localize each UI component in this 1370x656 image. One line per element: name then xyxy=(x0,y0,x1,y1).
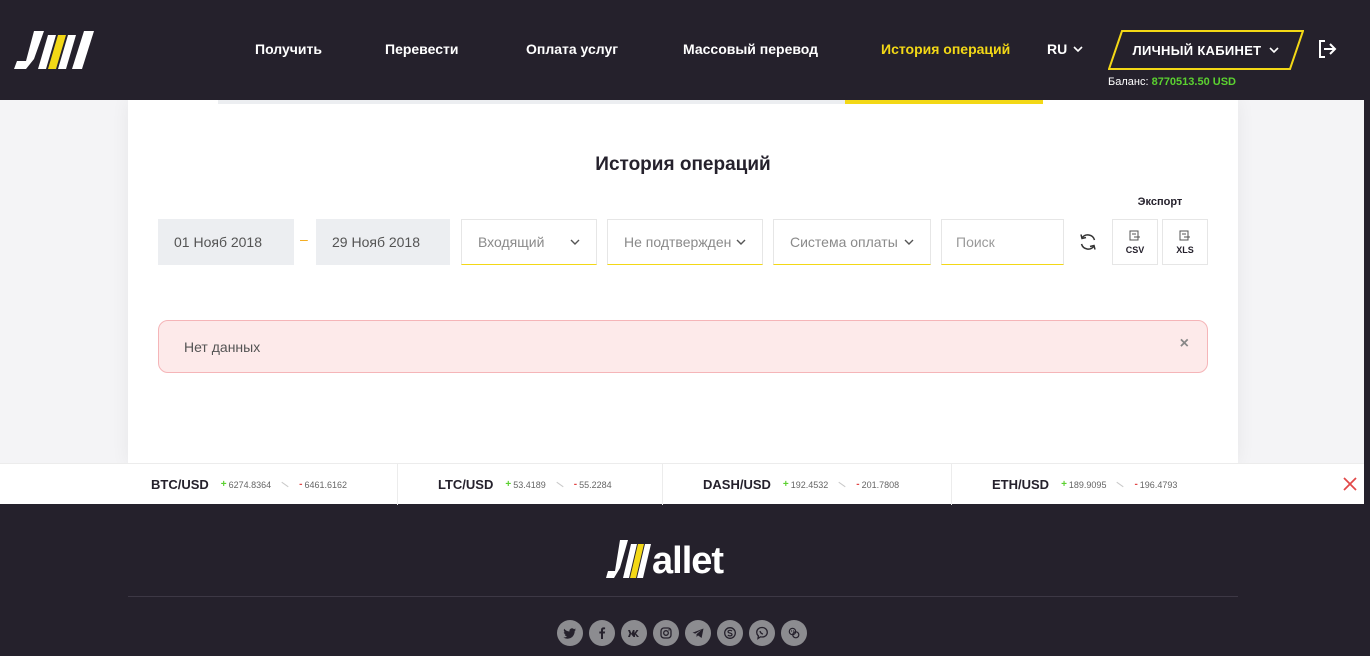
chevron-down-icon xyxy=(570,239,580,245)
file-export-icon xyxy=(1129,230,1140,240)
export-csv-label: CSV xyxy=(1125,244,1145,255)
ticker-divider xyxy=(397,464,398,505)
ticker-pair: DASH/USD xyxy=(703,477,771,492)
vk-icon[interactable] xyxy=(621,620,647,646)
date-to-input[interactable]: 29 Нояб 2018 xyxy=(316,219,450,265)
footer-divider xyxy=(128,596,1238,597)
jw-logo[interactable] xyxy=(14,31,96,69)
footer-logo[interactable]: allet xyxy=(606,540,724,582)
language-selector[interactable]: RU xyxy=(1047,41,1083,57)
social-links xyxy=(557,620,807,646)
twitter-icon[interactable] xyxy=(557,620,583,646)
ticker-divider xyxy=(662,464,663,505)
ticker-separator xyxy=(281,481,289,488)
ticker-divider xyxy=(951,464,952,505)
viber-icon[interactable] xyxy=(749,620,775,646)
ticker-pair: LTC/USD xyxy=(438,477,494,492)
history-card: История операций 01 Нояб 2018 – 29 Нояб … xyxy=(128,100,1238,464)
facebook-icon[interactable] xyxy=(589,620,615,646)
nav-receive[interactable]: Получить xyxy=(255,41,322,57)
status-select-value: Не подтвержден xyxy=(624,234,732,250)
ticker-item: ETH/USD +189.9095 -196.4793 xyxy=(992,464,1177,505)
balance-label: Баланс: xyxy=(1108,76,1149,88)
language-label: RU xyxy=(1047,41,1068,57)
cabinet-label-wrap: ЛИЧНЫЙ КАБИНЕТ xyxy=(1108,30,1304,70)
wechat-icon[interactable] xyxy=(781,620,807,646)
jw-logo-mark xyxy=(606,540,651,578)
direction-select-value: Входящий xyxy=(478,234,545,250)
ticker-buy-value: 192.4532 xyxy=(790,479,829,490)
date-from-input[interactable]: 01 Нояб 2018 xyxy=(158,219,294,265)
ticker-sell: -201.7808 xyxy=(856,479,900,490)
personal-cabinet-button[interactable]: ЛИЧНЫЙ КАБИНЕТ xyxy=(1108,30,1304,70)
ticker-sell-value: 196.4793 xyxy=(1139,479,1178,490)
nav-history[interactable]: История операций xyxy=(881,41,1010,57)
ticker-separator xyxy=(1116,481,1125,488)
ticker-buy: +53.4189 xyxy=(505,479,546,490)
ticker-sell-value: 201.7808 xyxy=(861,479,900,490)
chevron-down-icon xyxy=(736,239,746,245)
search-input[interactable] xyxy=(941,219,1064,265)
nav-mass-transfer[interactable]: Массовый перевод xyxy=(683,41,818,57)
date-separator: – xyxy=(300,231,308,247)
ticker-buy: +6274.8364 xyxy=(220,479,272,490)
page-title: История операций xyxy=(595,154,771,175)
balance: Баланс: 8770513.50 USD xyxy=(1108,76,1236,88)
status-select[interactable]: Не подтвержден xyxy=(607,219,763,265)
file-export-icon xyxy=(1179,230,1190,240)
nav-transfer[interactable]: Перевести xyxy=(385,41,458,57)
ticker-buy: +192.4532 xyxy=(782,479,829,490)
top-header: Получить Перевести Оплата услуг Массовый… xyxy=(0,0,1370,100)
ticker-sell-value: 55.2284 xyxy=(579,479,612,490)
page-scrollbar[interactable] xyxy=(1364,0,1370,590)
ticker-item: LTC/USD +53.4189 -55.2284 xyxy=(438,464,612,505)
cabinet-label: ЛИЧНЫЙ КАБИНЕТ xyxy=(1132,42,1262,58)
footer-logo-word: allet xyxy=(652,540,724,582)
ticker-buy-value: 53.4189 xyxy=(513,479,546,490)
tabs-active-indicator xyxy=(845,100,1043,104)
ticker-sell: -6461.6162 xyxy=(299,479,348,490)
export-title: Экспорт xyxy=(1137,196,1183,208)
payment-system-select[interactable]: Система оплаты xyxy=(773,219,931,265)
ticker-item: DASH/USD +192.4532 -201.7808 xyxy=(703,464,899,505)
refresh-icon[interactable] xyxy=(1078,232,1098,252)
ticker-separator xyxy=(838,481,846,488)
currency-ticker: BTC/USD +6274.8364 -6461.6162 LTC/USD +5… xyxy=(0,463,1370,505)
export-xls-button[interactable]: XLS xyxy=(1162,219,1208,265)
payment-system-select-value: Система оплаты xyxy=(790,234,898,250)
ticker-sell: -196.4793 xyxy=(1134,479,1178,490)
chevron-down-icon xyxy=(1073,45,1083,52)
close-icon[interactable] xyxy=(1342,476,1358,492)
export-csv-button[interactable]: CSV xyxy=(1112,219,1158,265)
export-xls-label: XLS xyxy=(1176,244,1194,255)
skype-icon[interactable] xyxy=(717,620,743,646)
ticker-sell-value: 6461.6162 xyxy=(304,479,348,490)
ticker-buy: +189.9095 xyxy=(1061,479,1107,490)
alert-close-button[interactable]: × xyxy=(1180,335,1189,353)
ticker-pair: BTC/USD xyxy=(151,477,209,492)
ticker-buy-value: 6274.8364 xyxy=(228,479,272,490)
balance-amount: 8770513.50 USD xyxy=(1151,76,1236,88)
no-data-alert: Нет данных × xyxy=(158,320,1208,373)
ticker-item: BTC/USD +6274.8364 -6461.6162 xyxy=(151,464,347,505)
ticker-separator xyxy=(556,481,564,488)
chevron-down-icon xyxy=(904,239,914,245)
logout-icon[interactable] xyxy=(1316,38,1338,60)
instagram-icon[interactable] xyxy=(653,620,679,646)
footer: allet xyxy=(0,504,1370,656)
chevron-down-icon xyxy=(1269,46,1280,53)
ticker-sell: -55.2284 xyxy=(573,479,612,490)
alert-text: Нет данных xyxy=(184,338,261,355)
nav-services-payment[interactable]: Оплата услуг xyxy=(526,41,618,57)
telegram-icon[interactable] xyxy=(685,620,711,646)
ticker-buy-value: 189.9095 xyxy=(1068,479,1107,490)
direction-select[interactable]: Входящий xyxy=(461,219,597,265)
ticker-pair: ETH/USD xyxy=(992,477,1050,492)
